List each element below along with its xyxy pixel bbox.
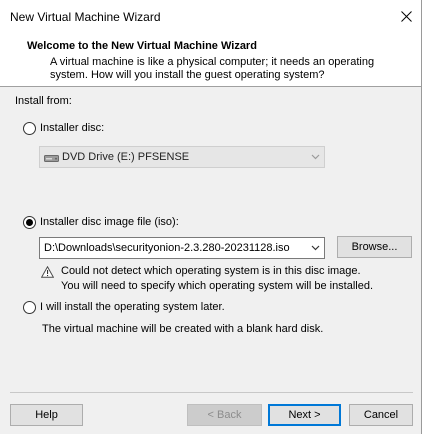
install-later-radio[interactable] [23,301,36,314]
install-from-label: Install from: [15,95,72,107]
header-title: Welcome to the New Virtual Machine Wizar… [27,40,257,52]
wizard-header: Welcome to the New Virtual Machine Wizar… [0,32,421,87]
install-later-label[interactable]: I will install the operating system late… [40,301,225,313]
help-button[interactable]: Help [10,404,83,426]
warning-triangle-icon [41,266,54,278]
dvd-drive-select[interactable]: DVD Drive (E:) PFSENSE [39,146,325,168]
iso-label[interactable]: Installer disc image file (iso): [40,216,179,228]
window-title: New Virtual Machine Wizard [10,10,161,24]
title-bar: New Virtual Machine Wizard [0,0,421,32]
chevron-down-icon[interactable] [311,243,320,252]
close-icon [400,10,412,22]
iso-warning-text: Could not detect which operating system … [61,264,401,294]
cancel-button[interactable]: Cancel [349,404,413,426]
browse-button[interactable]: Browse... [337,236,412,258]
back-button[interactable]: < Back [187,404,262,426]
dvd-drive-icon [44,155,59,162]
iso-path-value: D:\Downloads\securityonion-2.3.280-20231… [44,242,290,254]
installer-disc-label[interactable]: Installer disc: [40,122,104,134]
iso-radio[interactable] [23,216,36,229]
header-description: A virtual machine is like a physical com… [50,56,375,81]
next-button[interactable]: Next > [268,404,341,426]
footer-divider [10,392,413,393]
warning-line-2: You will need to specify which operating… [61,280,374,292]
chevron-down-icon [311,154,320,160]
close-button[interactable] [391,0,421,32]
installer-disc-radio[interactable] [23,122,36,135]
install-later-note: The virtual machine will be created with… [42,323,324,335]
dvd-drive-value: DVD Drive (E:) PFSENSE [62,151,190,163]
wizard-window: New Virtual Machine Wizard Welcome to th… [0,0,422,434]
iso-path-combo[interactable]: D:\Downloads\securityonion-2.3.280-20231… [39,237,325,259]
warning-line-1: Could not detect which operating system … [61,265,361,277]
